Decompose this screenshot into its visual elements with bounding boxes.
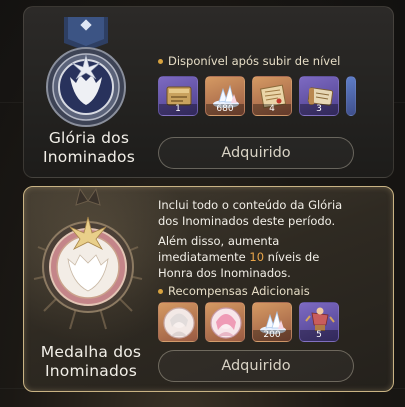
reward-qty: 1 [159, 104, 197, 115]
pass-card-medalha: Medalha dos Inominados Inclui todo o con… [23, 186, 394, 392]
reward-qty: 200 [253, 330, 291, 341]
description-line: dos Inominados deste período. [158, 214, 336, 228]
availability-text: Disponível após subir de nível [168, 54, 341, 68]
medalha-emblem-icon [30, 187, 146, 337]
reward-item[interactable]: 5 [299, 302, 339, 342]
reward-item[interactable]: 680 [205, 76, 245, 116]
availability-label: Disponível após subir de nível [158, 54, 340, 68]
reward-qty [159, 330, 197, 341]
description-line: Inclui todo o conteúdo da Glória [158, 198, 343, 212]
bullet-dot-icon [158, 58, 163, 64]
description-include: Inclui todo o conteúdo da Glória dos Ino… [158, 197, 342, 229]
reward-qty: 3 [300, 104, 338, 115]
reward-item[interactable]: 4 [252, 76, 292, 116]
reward-qty: 4 [253, 104, 291, 115]
extra-rewards-label: Recompensas Adicionais [158, 284, 310, 298]
reward-item[interactable]: 200 [252, 302, 292, 342]
level-boost-value: 10 [249, 250, 265, 264]
extra-rewards-text: Recompensas Adicionais [168, 284, 310, 298]
pass-name: Glória dos Inominados [42, 129, 135, 166]
description-bonus: Além disso, aumenta imediatamente 10 nív… [158, 233, 319, 281]
acquired-button[interactable]: Adquirido [158, 137, 354, 169]
description-text: níveis de [264, 250, 320, 264]
acquired-button[interactable]: Adquirido [158, 350, 354, 382]
reward-item[interactable]: 3 [299, 76, 339, 116]
reward-item[interactable]: 1 [158, 76, 198, 116]
description-line: Honra dos Inominados. [158, 266, 291, 280]
description-line: Além disso, aumenta [158, 234, 280, 248]
reward-qty: 5 [300, 330, 338, 341]
reward-list: 200 5 [158, 302, 339, 342]
reward-qty: 680 [206, 104, 244, 115]
pass-card-gloria: Glória dos Inominados Disponível após su… [23, 6, 394, 178]
bullet-dot-icon [158, 288, 163, 294]
description-line: imediatamente 10 níveis de [158, 249, 319, 265]
pass-name: Medalha dos Inominados [40, 343, 142, 380]
gloria-emblem-icon [26, 17, 146, 127]
reward-item[interactable] [158, 302, 198, 342]
description-text: imediatamente [158, 250, 250, 264]
reward-qty [206, 330, 244, 341]
reward-item[interactable] [205, 302, 245, 342]
reward-list: 1 680 4 3 [158, 76, 356, 116]
reward-item-partial[interactable] [346, 76, 356, 116]
